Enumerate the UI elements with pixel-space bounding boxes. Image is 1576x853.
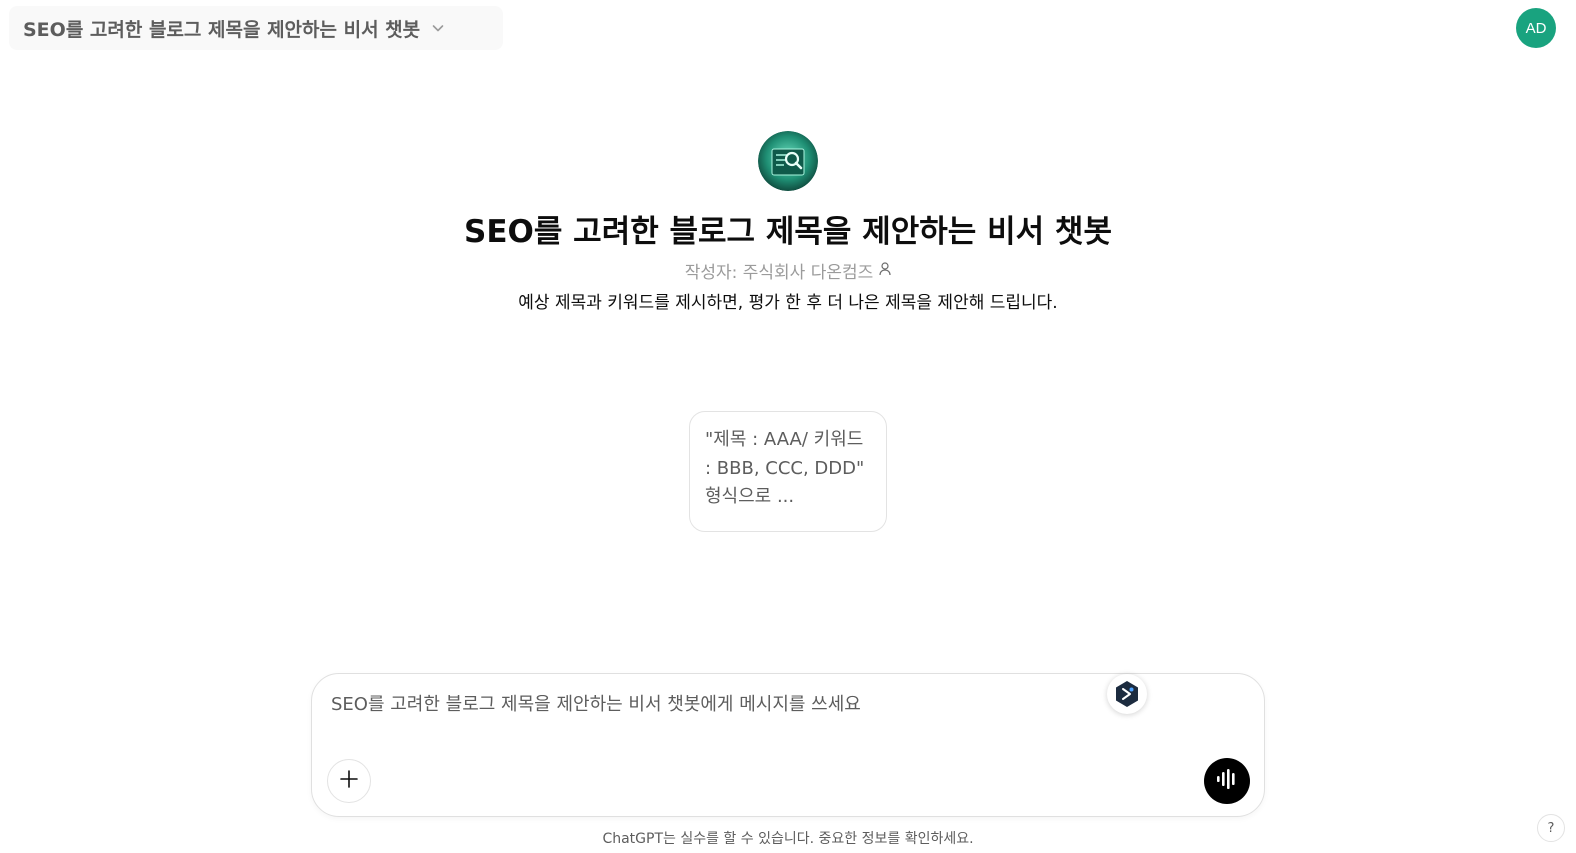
avatar-initials: AD [1525,19,1547,37]
person-icon[interactable] [879,261,891,281]
conversation-starter-card[interactable]: "제목 : AAA/ 키워드 : BBB, CCC, DDD" 형식으로 ... [689,411,887,532]
model-selector-button[interactable]: SEO를 고려한 블로그 제목을 제안하는 비서 챗봇 [9,6,503,50]
message-input[interactable] [331,690,1091,718]
magnifier-document-logo-icon [758,131,818,191]
model-selector-label: SEO를 고려한 블로그 제목을 제안하는 비서 챗봇 [23,18,421,41]
voice-waveform-icon [1215,768,1239,794]
gpt-title: SEO를 고려한 블로그 제목을 제안하는 비서 챗봇 [464,214,1112,250]
chat-page: SEO를 고려한 블로그 제목을 제안하는 비서 챗봇 AD SEO를 고려한 … [0,0,1576,853]
conversation-starter-text: "제목 : AAA/ 키워드 : BBB, CCC, DDD" 형식으로 ... [705,429,865,507]
gpt-author: 작성자: 주식회사 다온컴즈 [0,258,1576,283]
disclaimer-text: ChatGPT는 실수를 할 수 있습니다. 중요한 정보를 확인하세요. [602,831,974,847]
help-icon: ? [1547,820,1555,836]
attach-button[interactable] [327,759,371,803]
message-composer [311,673,1265,817]
gpt-description: 예상 제목과 키워드를 제시하면, 평가 한 후 더 나은 제목을 제안해 드립… [518,293,1058,313]
plus-icon [339,769,359,793]
help-button[interactable]: ? [1537,814,1565,842]
voice-mode-button[interactable] [1204,758,1250,804]
extension-badge-icon[interactable] [1107,674,1147,714]
user-avatar[interactable]: AD [1516,8,1556,48]
chevron-down-icon [430,20,446,36]
gpt-author-text: 작성자: 주식회사 다온컴즈 [684,263,874,283]
